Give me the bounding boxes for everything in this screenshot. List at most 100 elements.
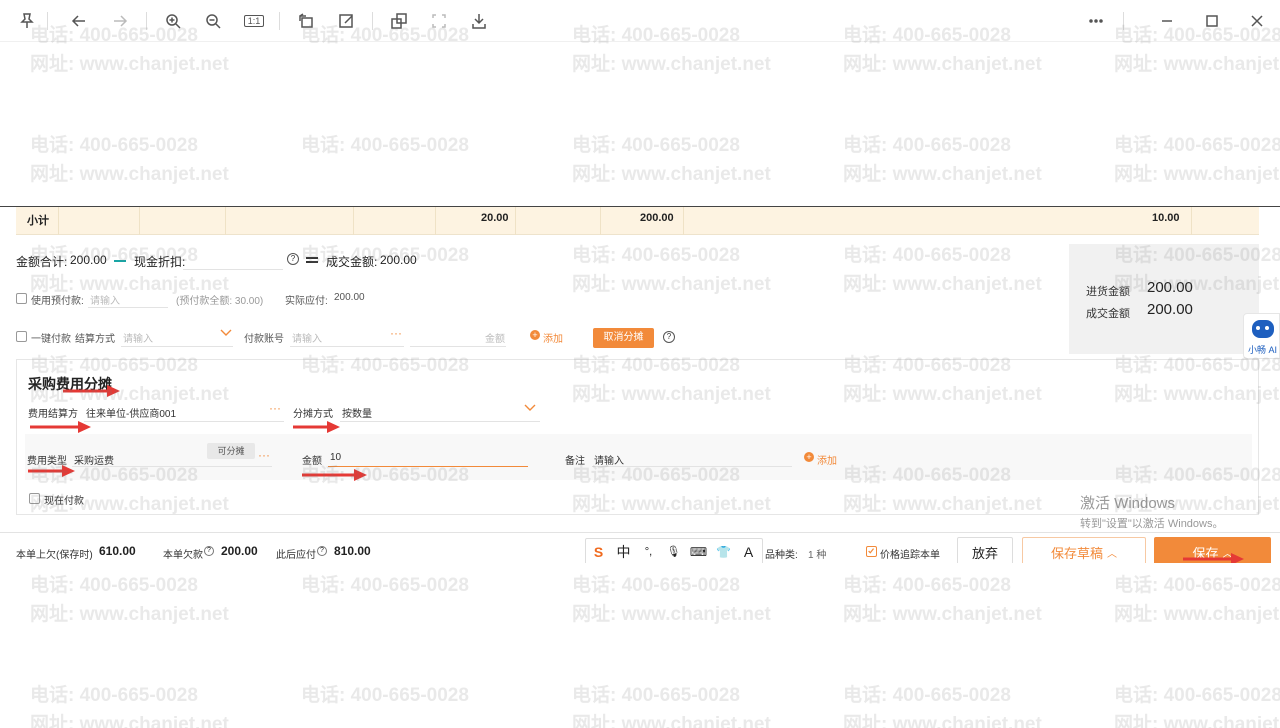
prev-debt-value: 610.00 xyxy=(99,544,136,558)
allocation-method-select[interactable]: 按数量 xyxy=(342,405,372,420)
more-options-icon[interactable] xyxy=(1083,8,1109,34)
use-prepay-checkbox[interactable] xyxy=(16,293,27,304)
chevron-down-icon[interactable] xyxy=(220,329,232,337)
ime-font-icon[interactable]: A xyxy=(736,544,761,560)
pin-icon[interactable] xyxy=(14,8,40,34)
ai-assistant-label: 小畅 AI xyxy=(1248,345,1278,355)
zoom-out-icon[interactable] xyxy=(200,8,226,34)
fullscreen-icon[interactable] xyxy=(426,8,452,34)
subtotal-cell xyxy=(684,207,1192,235)
actual-pay-label: 实际应付: xyxy=(285,296,328,307)
actual-size-button[interactable]: 1:1 xyxy=(240,8,268,34)
ime-toolbar: S 中 °, 🎙 ⌨ 👕 A xyxy=(585,538,763,563)
cancel-allocation-button[interactable]: 取消分摊 xyxy=(593,328,654,348)
add-pay-link[interactable]: 添加 xyxy=(543,330,563,345)
more-icon[interactable]: ··· xyxy=(269,401,281,415)
microphone-icon[interactable]: 🎙 xyxy=(661,545,686,558)
ime-mode-chinese[interactable]: 中 xyxy=(611,542,636,562)
close-icon[interactable] xyxy=(1244,8,1270,34)
add-circle-icon[interactable]: + xyxy=(530,330,540,340)
allocation-method-underline xyxy=(340,421,540,422)
watermark-site: 网址: www.chanjet.net xyxy=(30,604,229,625)
pay-amount-input[interactable]: 金额 xyxy=(485,330,505,345)
settle-method-select[interactable]: 请输入 xyxy=(123,330,153,345)
help-icon[interactable]: ? xyxy=(663,331,675,343)
deal-amount-value: 200.00 xyxy=(380,253,417,267)
panel-deal-amount-label: 成交金额 xyxy=(1086,308,1130,320)
watermark-site: 网址: www.chanjet.net xyxy=(572,164,771,185)
prepay-total: (预付款全额: 30.00) xyxy=(176,296,264,307)
help-icon[interactable]: ? xyxy=(287,253,299,265)
forward-arrow-icon[interactable] xyxy=(107,8,133,34)
watermark-site: 网址: www.chanjet.net xyxy=(1114,164,1280,185)
subtotal-amount: 200.00 xyxy=(640,212,674,224)
fee-type-value[interactable]: 采购运费 xyxy=(74,452,114,467)
ai-assistant-button[interactable]: 小畅 AI xyxy=(1243,313,1280,359)
save-draft-label: 保存草稿 xyxy=(1050,545,1103,561)
equals-icon xyxy=(306,257,318,263)
more-icon[interactable]: ··· xyxy=(258,448,270,462)
download-icon[interactable] xyxy=(466,8,492,34)
robot-icon xyxy=(1252,320,1274,338)
amount-summary-panel: 进货金额 200.00 成交金额 200.00 xyxy=(1069,244,1259,354)
this-debt-value: 200.00 xyxy=(221,544,258,558)
kinds-label: 品种类: xyxy=(765,550,798,561)
back-arrow-icon[interactable] xyxy=(66,8,92,34)
watermark-phone: 电话: 400-665-0028 xyxy=(30,575,198,596)
subtotal-label: 小计 xyxy=(27,215,49,227)
annotation-arrow xyxy=(293,421,340,433)
watermark-site: 网址: www.chanjet.net xyxy=(572,54,771,75)
cash-discount-input[interactable] xyxy=(183,269,283,270)
settle-method-label: 结算方式 xyxy=(75,334,115,345)
skin-icon[interactable]: 👕 xyxy=(711,545,736,559)
watermark-site: 网址: www.chanjet.net xyxy=(843,714,1042,728)
chevron-down-icon[interactable] xyxy=(524,404,536,412)
toolbar-divider xyxy=(146,12,147,30)
watermark-site: 网址: www.chanjet.net xyxy=(843,604,1042,625)
prepay-input[interactable]: 请输入 xyxy=(90,292,120,307)
annotation-arrow xyxy=(302,469,367,481)
remark-input[interactable]: 请输入 xyxy=(594,452,624,467)
fee-amount-input[interactable]: 10 xyxy=(330,452,341,463)
settle-method-underline xyxy=(121,346,233,347)
edit-icon[interactable] xyxy=(333,8,359,34)
help-icon[interactable]: ? xyxy=(317,546,327,556)
fee-amount-underline xyxy=(328,466,528,467)
maximize-icon[interactable] xyxy=(1199,8,1225,34)
subtotal-qty: 20.00 xyxy=(481,212,509,224)
subtotal-cell xyxy=(226,207,354,235)
pay-account-input[interactable]: 请输入 xyxy=(292,330,322,345)
watermark-phone: 电话: 400-665-0028 xyxy=(301,685,469,706)
copy-image-icon[interactable] xyxy=(386,8,412,34)
pay-now-checkbox[interactable] xyxy=(29,493,40,504)
amount-total-value: 200.00 xyxy=(70,253,107,267)
sogou-logo-icon[interactable]: S xyxy=(586,544,611,560)
pay-amount-underline xyxy=(410,346,506,347)
add-circle-icon[interactable]: + xyxy=(804,452,814,462)
save-draft-button[interactable]: 保存草稿 ︿ xyxy=(1022,537,1146,563)
settle-party-label: 费用结算方 xyxy=(28,409,78,420)
settle-party-value[interactable]: 往来单位-供应商001 xyxy=(86,405,176,420)
one-click-pay-label: 一键付款 xyxy=(31,334,71,345)
zoom-in-icon[interactable] xyxy=(160,8,186,34)
more-icon[interactable]: ··· xyxy=(390,326,402,340)
amount-total-label: 金额合计: xyxy=(16,255,68,269)
price-track-checkbox[interactable] xyxy=(866,546,877,557)
prepay-input-underline xyxy=(88,307,168,308)
ime-punctuation-icon[interactable]: °, xyxy=(636,546,661,558)
watermark-site: 网址: www.chanjet.net xyxy=(572,714,771,728)
annotation-arrow xyxy=(1183,553,1244,563)
rotate-icon[interactable] xyxy=(293,8,319,34)
minimize-icon[interactable] xyxy=(1154,8,1180,34)
help-icon[interactable]: ? xyxy=(204,546,214,556)
one-click-pay-checkbox[interactable] xyxy=(16,331,27,342)
add-fee-link[interactable]: 添加 xyxy=(817,452,837,467)
discard-button[interactable]: 放弃 xyxy=(957,537,1013,563)
keyboard-icon[interactable]: ⌨ xyxy=(686,545,711,559)
watermark-site: 网址: www.chanjet.net xyxy=(30,714,229,728)
allocatable-tag: 可分摊 xyxy=(207,443,255,459)
price-track-label: 价格追踪本单 xyxy=(880,550,940,561)
chevron-up-icon: ︿ xyxy=(1107,548,1117,560)
watermark-phone: 电话: 400-665-0028 xyxy=(1114,575,1280,596)
purchase-amount-label: 进货金额 xyxy=(1086,286,1130,298)
